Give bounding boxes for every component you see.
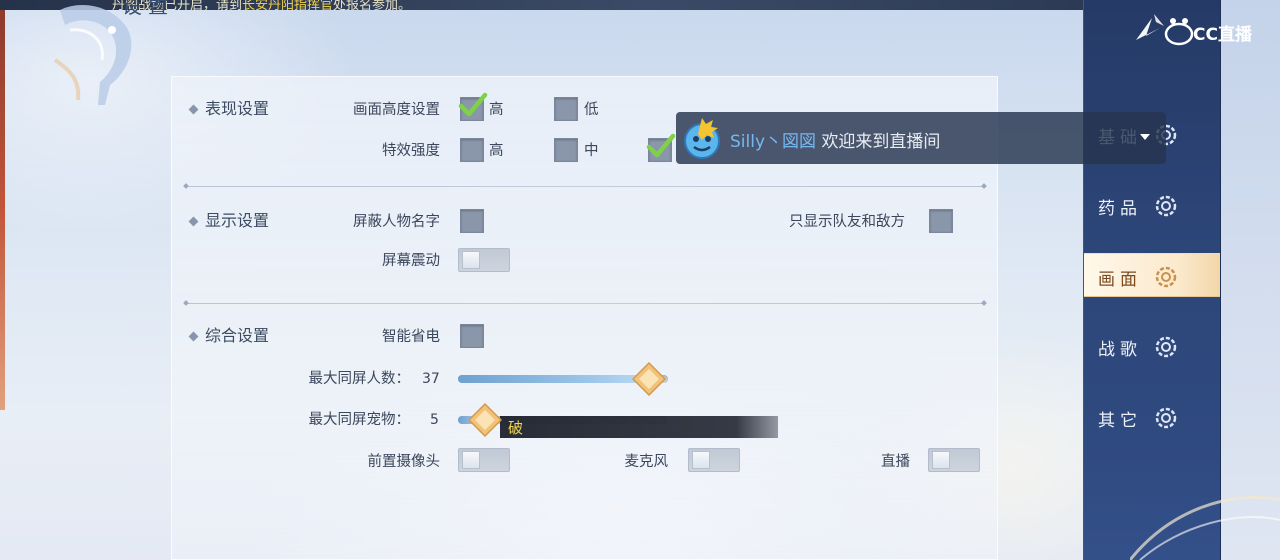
ornament-gear-icon bbox=[1155, 407, 1177, 429]
sidebar-item-graphics[interactable]: 画面 bbox=[1084, 253, 1220, 297]
sidebar-item-label: 药品 bbox=[1098, 199, 1142, 219]
section-divider bbox=[186, 303, 984, 304]
max-pets-value: 5 bbox=[430, 412, 439, 428]
slider-handle-icon[interactable] bbox=[468, 403, 503, 437]
overlay-tooltip-text: 破 bbox=[508, 419, 524, 437]
sidebar-item-label: 其它 bbox=[1098, 411, 1142, 431]
graphics-high-label: 高 bbox=[489, 102, 504, 118]
effects-mid-checkbox[interactable] bbox=[554, 138, 578, 162]
chat-message-body: 欢迎来到直播间 bbox=[821, 132, 941, 152]
power-save-label: 智能省电 bbox=[382, 329, 440, 345]
graphics-low-checkbox[interactable] bbox=[554, 97, 578, 121]
settings-title: 设置 bbox=[122, 0, 174, 18]
left-edge-decoration bbox=[0, 10, 5, 410]
sidebar-item-battle-song[interactable]: 战歌 bbox=[1084, 324, 1220, 368]
ornament-gear-icon bbox=[1155, 336, 1177, 358]
graphics-low-label: 低 bbox=[584, 102, 599, 118]
effects-label: 特效强度 bbox=[382, 143, 440, 159]
toggle-knob bbox=[462, 251, 480, 269]
chat-username[interactable]: Silly丶図図 bbox=[730, 132, 816, 152]
microphone-label: 麦克风 bbox=[624, 454, 669, 470]
sidebar-item-label: 战歌 bbox=[1098, 340, 1142, 360]
screen-shake-toggle[interactable] bbox=[458, 248, 510, 272]
max-pets-label: 最大同屏宠物： bbox=[308, 412, 411, 428]
max-players-value: 37 bbox=[422, 371, 440, 387]
section-divider bbox=[186, 186, 984, 187]
toggle-knob bbox=[462, 451, 480, 469]
power-save-checkbox[interactable] bbox=[460, 324, 484, 348]
toggle-knob bbox=[932, 451, 950, 469]
effects-high-label: 高 bbox=[489, 143, 504, 159]
user-avatar-icon bbox=[684, 118, 720, 159]
hide-names-label: 屏蔽人物名字 bbox=[353, 214, 440, 230]
ornament-gear-icon bbox=[1155, 195, 1177, 217]
sidebar-item-other[interactable]: 其它 bbox=[1084, 395, 1220, 439]
effects-high-checkbox[interactable] bbox=[460, 138, 484, 162]
slider-handle-icon[interactable] bbox=[632, 362, 667, 396]
live-toggle[interactable] bbox=[928, 448, 980, 472]
microphone-toggle[interactable] bbox=[688, 448, 740, 472]
chat-message-text: Silly丶図図 欢迎来到直播间 bbox=[730, 127, 940, 152]
check-icon bbox=[458, 92, 488, 117]
max-players-slider-fill bbox=[458, 375, 650, 383]
cc-live-logo-text: CC直播 bbox=[1193, 25, 1252, 45]
hide-names-checkbox[interactable] bbox=[460, 209, 484, 233]
live-label: 直播 bbox=[881, 454, 910, 470]
live-chat-message: Silly丶図図 欢迎来到直播间 bbox=[676, 112, 1166, 164]
only-team-label: 只显示队友和敌方 bbox=[789, 214, 905, 230]
toggle-knob bbox=[692, 451, 710, 469]
max-players-label: 最大同屏人数： bbox=[308, 371, 411, 387]
section-title-performance: 表现设置 bbox=[205, 99, 270, 118]
decorative-swirl-icon bbox=[1130, 496, 1280, 560]
section-title-general: 综合设置 bbox=[205, 326, 270, 345]
effects-mid-label: 中 bbox=[584, 143, 599, 159]
ornament-gear-icon bbox=[1155, 266, 1177, 288]
announcement-highlight[interactable]: 长安丹阳指挥官 bbox=[242, 0, 333, 10]
front-camera-label: 前置摄像头 bbox=[367, 454, 441, 470]
sidebar-item-medicine[interactable]: 药品 bbox=[1084, 183, 1220, 227]
announcement-suffix: 处报名参加。 bbox=[333, 0, 412, 10]
front-camera-toggle[interactable] bbox=[458, 448, 510, 472]
overlay-tooltip-bar: 破 bbox=[500, 416, 778, 438]
sidebar-item-label: 画面 bbox=[1098, 270, 1142, 290]
screen-shake-label: 屏幕震动 bbox=[382, 253, 440, 269]
graphics-height-label: 画面高度设置 bbox=[353, 102, 440, 118]
check-icon bbox=[646, 133, 676, 158]
only-team-checkbox[interactable] bbox=[929, 209, 953, 233]
section-title-display: 显示设置 bbox=[205, 211, 270, 230]
dropdown-caret-icon[interactable] bbox=[1140, 134, 1150, 140]
